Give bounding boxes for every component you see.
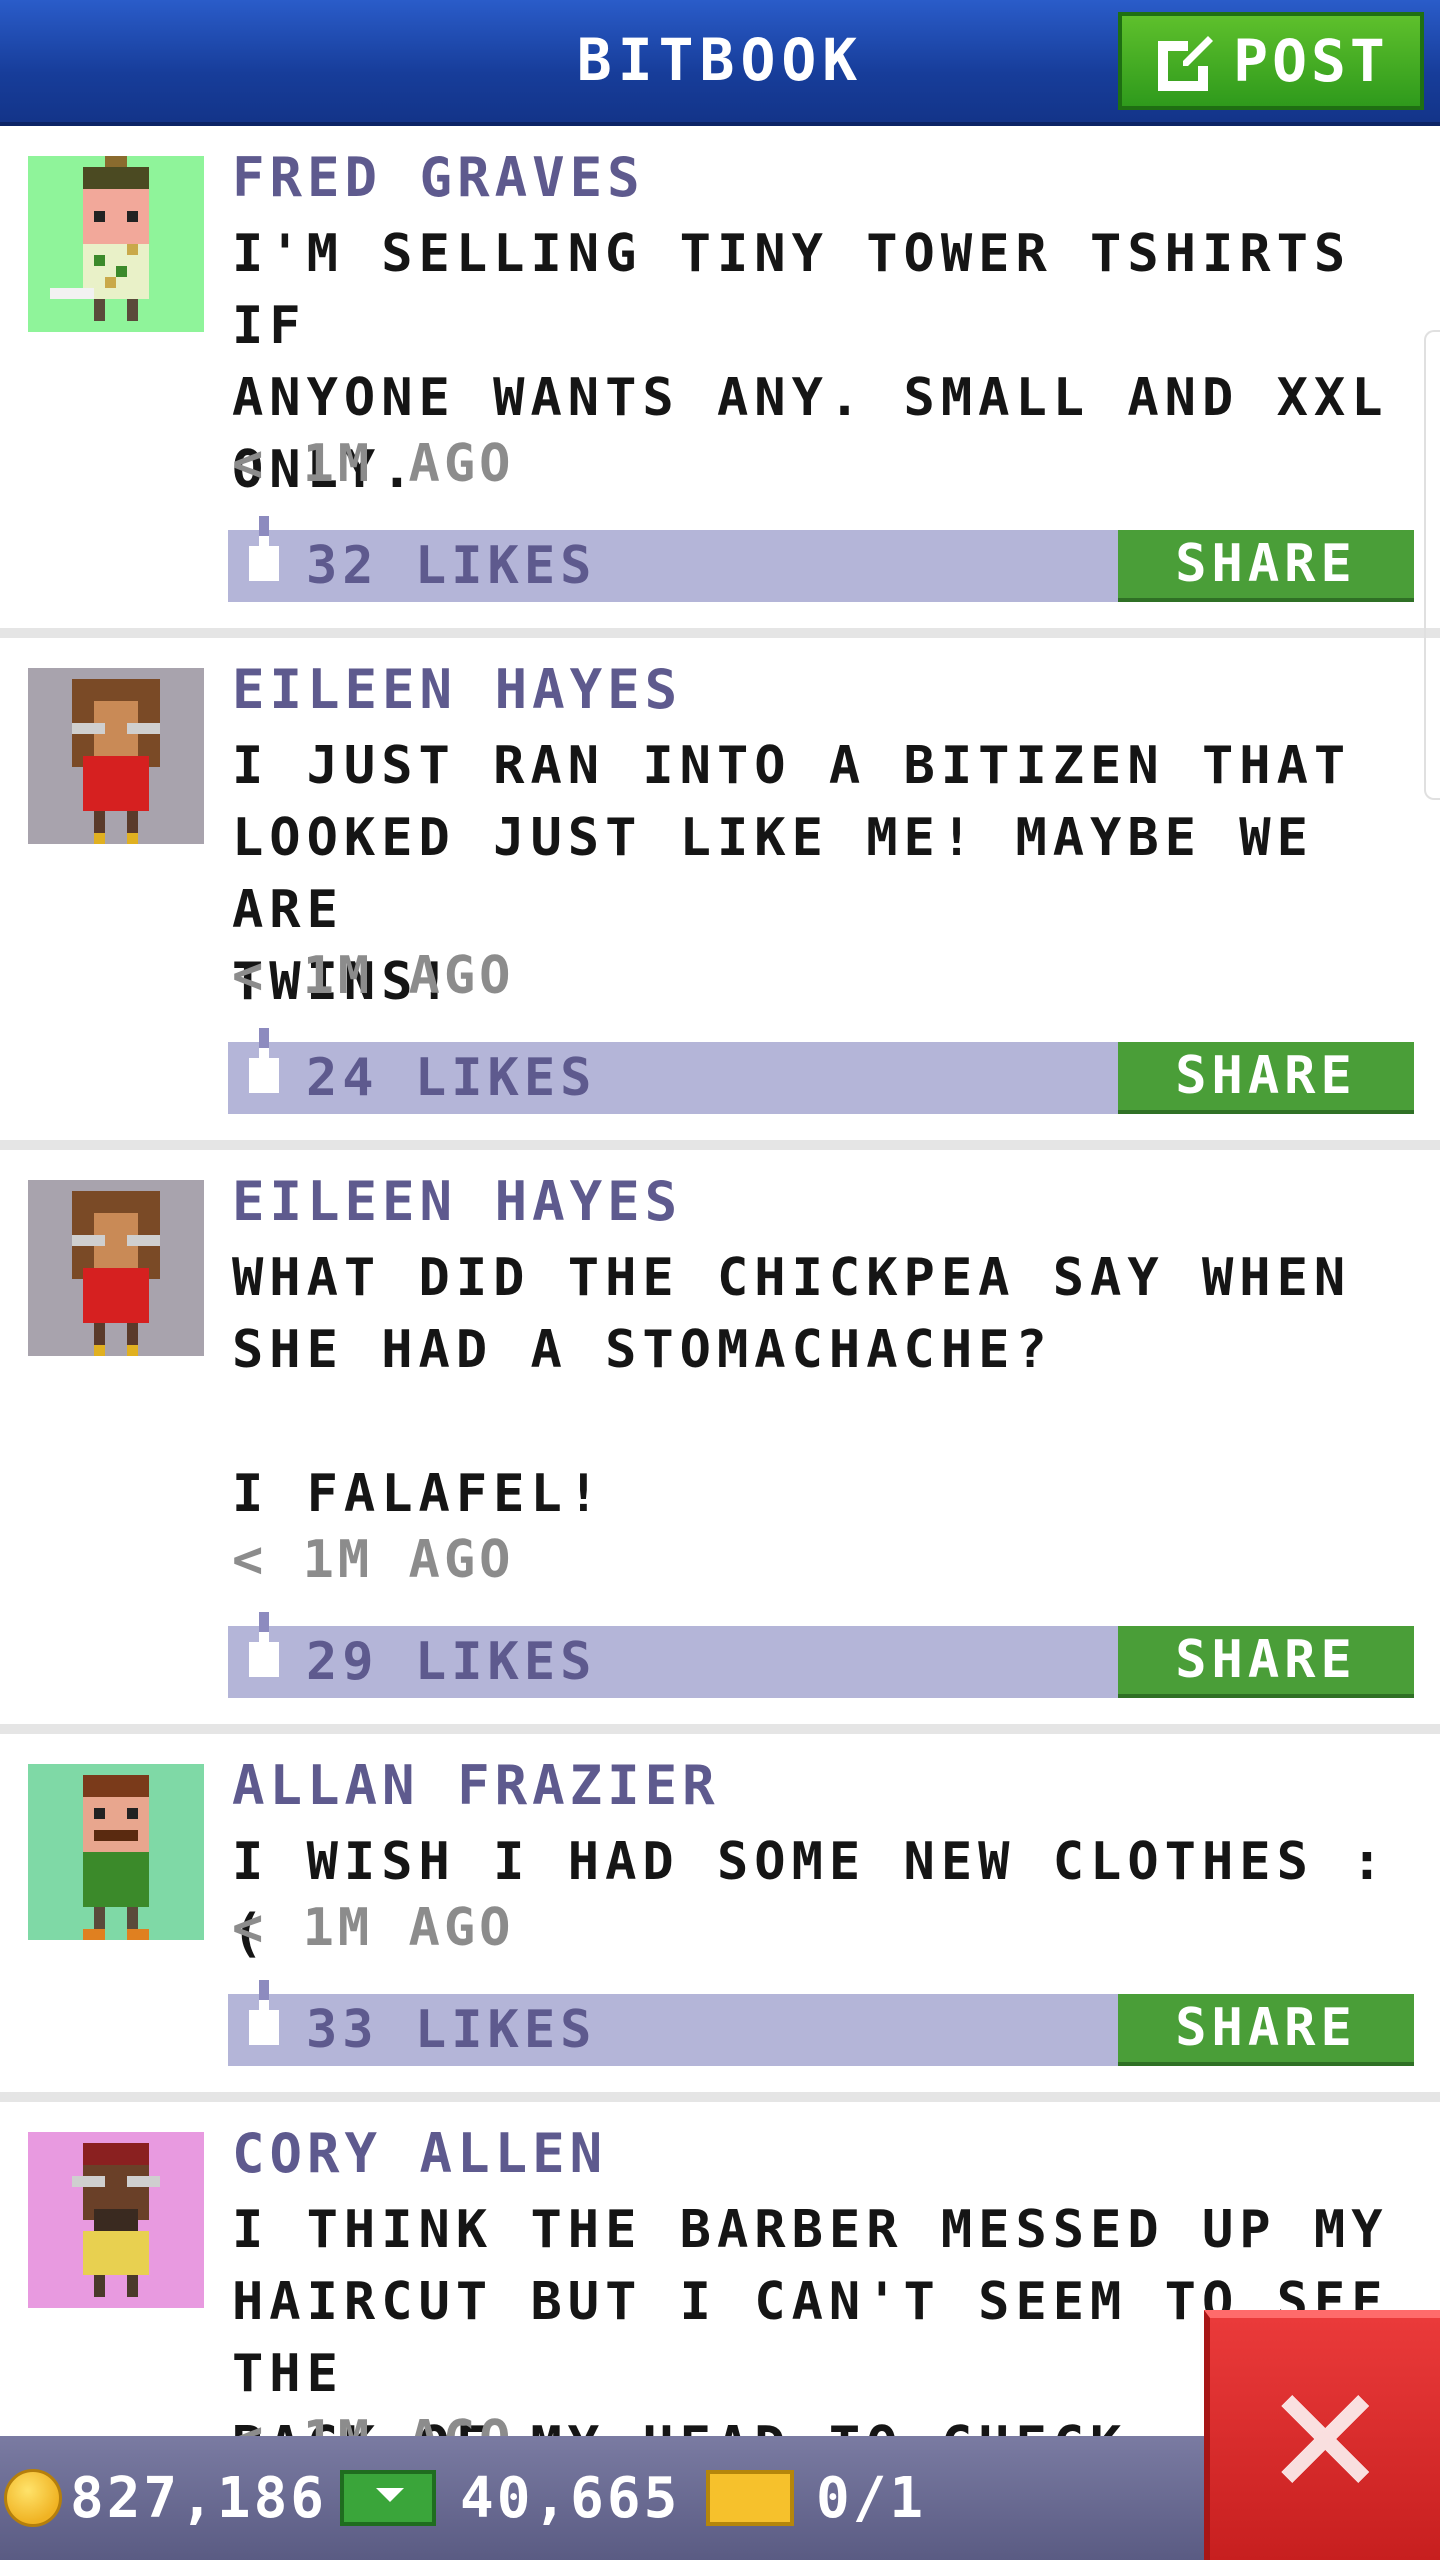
share-button[interactable]: SHARE (1118, 1626, 1414, 1698)
bitbook-feed[interactable]: FRED GRAVES I'M SELLING TINY TOWER TSHIR… (0, 126, 1440, 2436)
post-time: < 1M AGO (232, 1530, 515, 1590)
avatar (28, 1764, 204, 1940)
post-author[interactable]: FRED GRAVES (232, 146, 645, 210)
coin-icon (4, 2469, 62, 2527)
post-author[interactable]: ALLAN FRAZIER (232, 1754, 720, 1818)
avatar (28, 668, 204, 844)
compose-icon (1158, 36, 1214, 91)
post-button[interactable]: POST (1118, 12, 1424, 110)
share-button[interactable]: SHARE (1118, 1042, 1414, 1114)
thumbs-up-icon[interactable] (244, 1980, 284, 2050)
post-time: < 1M AGO (232, 2408, 514, 2436)
share-button[interactable]: SHARE (1118, 1994, 1414, 2066)
post-message: WHAT DID THE CHICKPEA SAY WHEN SHE HAD A… (232, 1248, 1352, 1524)
bux-icon (340, 2470, 436, 2526)
likes-bar: 24 LIKES SHARE (228, 1028, 1414, 1114)
bux-value: 40,665 (460, 2465, 681, 2531)
golden-ticket-icon (706, 2470, 794, 2526)
likes-count: 32 LIKES (306, 536, 597, 596)
thumbs-up-icon[interactable] (244, 516, 284, 586)
post-time: < 1M AGO (232, 1898, 515, 1958)
tickets-value: 0/1 (816, 2465, 927, 2531)
post-author[interactable]: CORY ALLEN (232, 2122, 607, 2186)
bux-stat: 40,665 (340, 2436, 680, 2560)
tickets-stat: 0/1 (706, 2436, 926, 2560)
likes-count: 33 LIKES (306, 2000, 597, 2060)
feed-post: ALLAN FRAZIER I WISH I HAD SOME NEW CLOT… (0, 1734, 1440, 2102)
thumbs-up-icon[interactable] (244, 1612, 284, 1682)
feed-post: EILEEN HAYES WHAT DID THE CHICKPEA SAY W… (0, 1150, 1440, 1734)
avatar (28, 2132, 204, 2308)
avatar (28, 156, 204, 332)
likes-count: 24 LIKES (306, 1048, 597, 1108)
likes-bar: 33 LIKES SHARE (228, 1980, 1414, 2066)
post-time: < 1M AGO (232, 946, 515, 1006)
post-author[interactable]: EILEEN HAYES (232, 1170, 682, 1234)
feed-post: EILEEN HAYES I JUST RAN INTO A BITIZEN T… (0, 638, 1440, 1150)
post-time: < 1M AGO (232, 434, 515, 494)
share-button[interactable]: SHARE (1118, 530, 1414, 602)
header-bar: BITBOOK POST (0, 0, 1440, 126)
post-author[interactable]: EILEEN HAYES (232, 658, 682, 722)
coins-stat: 827,186 (4, 2436, 327, 2560)
likes-count: 29 LIKES (306, 1632, 597, 1692)
scroll-indicator[interactable] (1424, 330, 1440, 800)
avatar (28, 1180, 204, 1356)
post-button-label: POST (1233, 27, 1389, 95)
likes-bar: 29 LIKES SHARE (228, 1612, 1414, 1698)
coins-value: 827,186 (70, 2465, 328, 2531)
likes-bar: 32 LIKES SHARE (228, 516, 1414, 602)
feed-post: FRED GRAVES I'M SELLING TINY TOWER TSHIR… (0, 126, 1440, 638)
close-icon (1281, 2395, 1369, 2483)
close-button[interactable] (1204, 2310, 1440, 2560)
thumbs-up-icon[interactable] (244, 1028, 284, 1098)
